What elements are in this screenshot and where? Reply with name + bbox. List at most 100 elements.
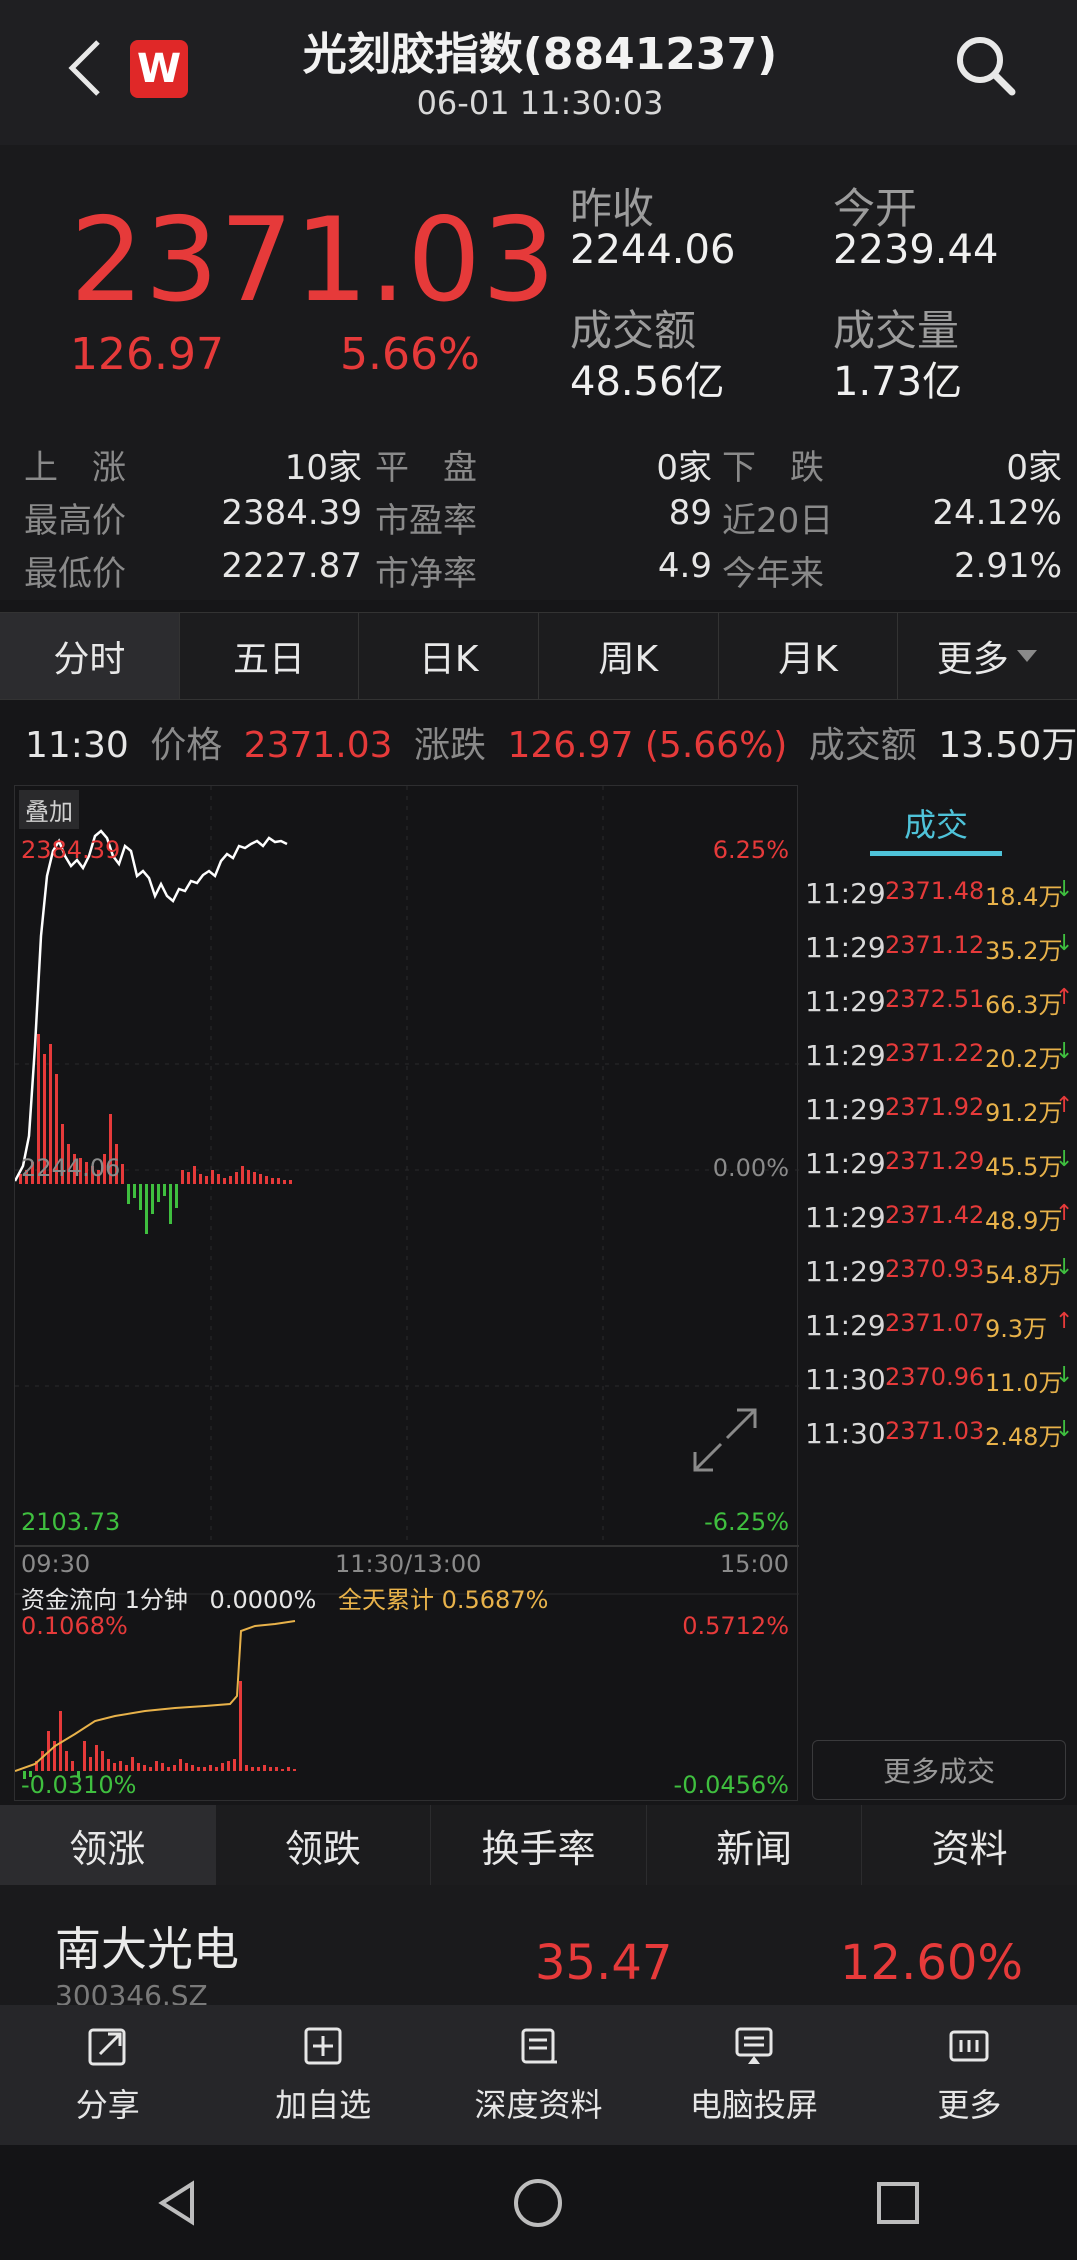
- flow-bar: [107, 1759, 110, 1771]
- stock-pct: 12.60%: [840, 1935, 1024, 1991]
- d20-label: 近20日: [722, 501, 834, 541]
- constituent-tabs: 领涨 领跌 换手率 新闻 资料: [0, 1805, 1077, 1885]
- nav-recents-icon[interactable]: [873, 2178, 923, 2228]
- flow-bar: [197, 1767, 200, 1771]
- intraday-chart[interactable]: 叠加 2384.39 6.25% 2244.06 0.00% 2103.73 -…: [13, 785, 799, 1801]
- trade-time: 11:29: [805, 931, 886, 964]
- share-button[interactable]: 分享: [0, 2005, 215, 2145]
- volume-bar: [277, 1178, 280, 1184]
- arrow-up-icon: ↑: [1055, 1309, 1074, 1334]
- trade-row: 11:29 2371.12 35.2万 ↓: [800, 931, 1077, 971]
- stock-row[interactable]: 南大光电 300346.SZ 35.47 12.60%: [0, 1885, 1077, 2005]
- flow-bar: [155, 1761, 158, 1771]
- flow-bar: [83, 1741, 86, 1771]
- axis-bottom-price: 2103.73: [21, 1508, 121, 1536]
- flow-bar: [161, 1763, 164, 1771]
- nav-back-icon[interactable]: [154, 2178, 204, 2228]
- tab-news[interactable]: 新闻: [647, 1805, 863, 1885]
- tab-more[interactable]: 更多: [898, 613, 1077, 699]
- tab-profile[interactable]: 资料: [862, 1805, 1077, 1885]
- volume-bar: [187, 1172, 190, 1184]
- flow-bar: [167, 1767, 170, 1771]
- header-bar: W 光刻胶指数(8841237) 06-01 11:30:03: [0, 0, 1077, 145]
- trade-time: 11:29: [805, 985, 886, 1018]
- tab-five-day[interactable]: 五日: [180, 613, 360, 699]
- volume-bar: [217, 1174, 220, 1184]
- tab-leading-losers[interactable]: 领跌: [216, 1805, 432, 1885]
- axis-top-price: 2384.39: [21, 836, 121, 864]
- trade-price: 2371.22: [885, 1039, 985, 1067]
- flow-bar: [227, 1761, 230, 1771]
- more-trades-button[interactable]: 更多成交: [812, 1740, 1066, 1800]
- flow-value: 0.0000%: [209, 1586, 317, 1614]
- stock-name: 南大光电: [55, 1922, 239, 1976]
- stats-row: 最低价 2227.87 市净率 4.9 今年来 2.91%: [0, 546, 1077, 598]
- chart-grid: [15, 786, 799, 1546]
- flow-left-top: 0.1068%: [21, 1612, 128, 1640]
- action-toolbar: 分享 加自选 深度资料 电脑投屏 更多: [0, 2005, 1077, 2145]
- trade-price: 2371.12: [885, 931, 985, 959]
- tab-leading-gainers[interactable]: 领涨: [0, 1805, 216, 1885]
- trade-row: 11:29 2371.29 45.5万 ↓: [800, 1147, 1077, 1187]
- trade-price: 2370.96: [885, 1363, 985, 1391]
- info-price-label: 价格: [150, 725, 223, 766]
- trades-tab-indicator: [870, 851, 1002, 856]
- price-change-pct: 5.66%: [340, 329, 480, 380]
- page-datetime: 06-01 11:30:03: [416, 84, 664, 122]
- pb-value: 4.9: [657, 546, 712, 586]
- deep-data-button[interactable]: 深度资料: [431, 2005, 646, 2145]
- add-watchlist-button[interactable]: 加自选: [215, 2005, 430, 2145]
- flow-bar: [233, 1759, 236, 1771]
- pe-label: 市盈率: [375, 501, 477, 541]
- trade-time: 11:29: [805, 1201, 886, 1234]
- tab-daily-k[interactable]: 日K: [359, 613, 540, 699]
- more-label: 更多: [937, 2086, 1002, 2124]
- axis-bottom-pct: -6.25%: [704, 1508, 789, 1536]
- trade-time: 11:30: [805, 1417, 886, 1450]
- pb-label: 市净率: [375, 554, 477, 594]
- tab-monthly-k[interactable]: 月K: [719, 613, 899, 699]
- trade-time: 11:29: [805, 877, 886, 910]
- tab-intraday[interactable]: 分时: [0, 613, 180, 699]
- tab-weekly-k[interactable]: 周K: [539, 613, 719, 699]
- more-button[interactable]: 更多: [862, 2005, 1077, 2145]
- flow-bar: [185, 1763, 188, 1771]
- trade-volume: 2.48万: [985, 1423, 1063, 1451]
- flow-bar: [179, 1759, 182, 1771]
- trade-time: 11:30: [805, 1363, 886, 1396]
- cast-label: 电脑投屏: [689, 2086, 818, 2124]
- volume-bar: [223, 1178, 226, 1184]
- crosshair-info: 11:30 价格 2371.03 涨跌 126.97 (5.66%) 成交额 1…: [25, 716, 1077, 768]
- search-button[interactable]: [950, 30, 1020, 100]
- info-amount-label: 成交额: [808, 725, 917, 766]
- flow-bar: [89, 1757, 92, 1771]
- back-button[interactable]: [62, 36, 110, 100]
- overlay-button[interactable]: 叠加: [19, 790, 79, 829]
- flow-bar: [293, 1769, 296, 1771]
- pe-value: 89: [668, 493, 712, 533]
- volume-bar: [193, 1166, 196, 1184]
- flow-bar: [251, 1767, 254, 1771]
- trades-tab[interactable]: 成交: [870, 800, 1002, 846]
- arrow-up-icon: ↑: [1055, 1093, 1074, 1118]
- prev-close-value: 2244.06: [570, 227, 736, 273]
- nav-home-icon[interactable]: [511, 2176, 565, 2230]
- caret-down-icon: [1016, 650, 1037, 662]
- volume-bar: [247, 1170, 250, 1184]
- trade-volume: 48.9万: [985, 1207, 1063, 1235]
- trade-row: 11:29 2371.07 9.3万 ↑: [800, 1309, 1077, 1349]
- trade-volume: 20.2万: [985, 1045, 1063, 1073]
- volume-bar: [271, 1178, 274, 1184]
- volume-bar: [289, 1180, 292, 1184]
- trade-price: 2372.51: [885, 985, 985, 1013]
- tab-turnover-rate[interactable]: 换手率: [431, 1805, 647, 1885]
- ytd-label: 今年来: [722, 554, 824, 594]
- arrow-down-icon: ↓: [1055, 1255, 1074, 1280]
- trade-price: 2371.07: [885, 1309, 985, 1337]
- intraday-chart-svg: [13, 786, 799, 1779]
- volume-bar: [235, 1172, 238, 1184]
- search-icon: [957, 37, 1016, 96]
- trade-volume: 45.5万: [985, 1153, 1063, 1181]
- volume-bar: [199, 1174, 202, 1184]
- cast-button[interactable]: 电脑投屏: [646, 2005, 861, 2145]
